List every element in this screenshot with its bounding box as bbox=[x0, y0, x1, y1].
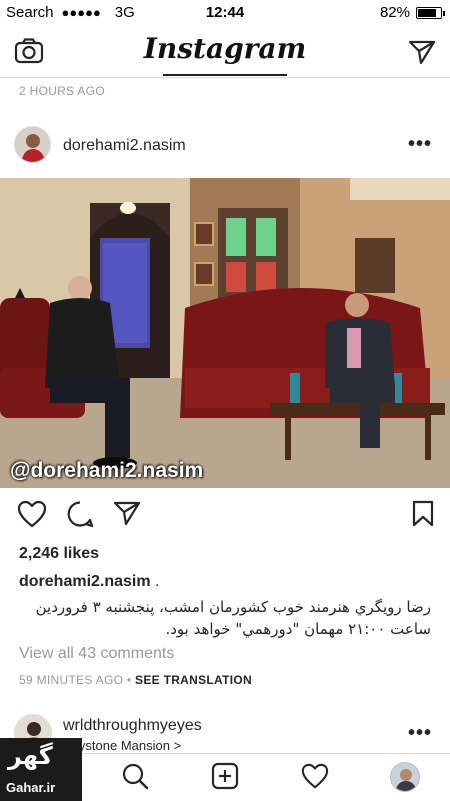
instagram-logo: Instagram bbox=[143, 32, 307, 65]
post-header: dorehami2.nasim ••• bbox=[0, 122, 450, 170]
next-post-username[interactable]: wrldthroughmyeyes bbox=[63, 717, 202, 735]
likes-count[interactable]: 2,246 likes bbox=[19, 545, 99, 563]
view-comments-link[interactable]: View all 43 comments bbox=[19, 645, 174, 663]
post-time: 59 MINUTES AGO bbox=[19, 673, 124, 687]
site-watermark: گهر Gahar.ir bbox=[0, 738, 82, 801]
paper-plane-icon[interactable] bbox=[408, 39, 436, 70]
add-post-icon[interactable] bbox=[211, 762, 239, 795]
caption-suffix: . bbox=[155, 573, 160, 590]
top-navigation: Instagram bbox=[0, 26, 450, 78]
heart-icon[interactable] bbox=[301, 762, 329, 795]
battery-icon bbox=[416, 6, 445, 19]
logo-underline bbox=[163, 74, 287, 76]
status-right: 82% bbox=[379, 4, 445, 21]
post-actions bbox=[0, 500, 450, 534]
time-separator: • bbox=[126, 673, 132, 687]
studio-scene-illustration bbox=[0, 178, 450, 488]
caption-username[interactable]: dorehami2.nasim . bbox=[19, 573, 160, 591]
profile-avatar[interactable] bbox=[390, 762, 420, 792]
previous-post-time: 2 HOURS AGO bbox=[19, 84, 105, 98]
search-icon[interactable] bbox=[121, 762, 149, 795]
post-image[interactable]: @dorehami2.nasim bbox=[0, 178, 450, 488]
image-watermark: @dorehami2.nasim bbox=[10, 459, 204, 482]
watermark-fa: گهر bbox=[8, 742, 53, 770]
more-options-icon[interactable]: ••• bbox=[408, 723, 432, 743]
battery-level bbox=[418, 8, 437, 17]
watermark-en: Gahar.ir bbox=[6, 780, 56, 795]
battery-percent: 82% bbox=[379, 4, 410, 21]
see-translation-link[interactable]: SEE TRANSLATION bbox=[135, 673, 252, 687]
more-options-icon[interactable]: ••• bbox=[408, 134, 432, 154]
heart-icon[interactable] bbox=[17, 500, 47, 533]
post-time-row: 59 MINUTES AGO • SEE TRANSLATION bbox=[19, 673, 252, 687]
status-bar: Search ●●●●● 3G 12:44 82% bbox=[0, 0, 450, 26]
post-username[interactable]: dorehami2.nasim bbox=[63, 137, 186, 155]
caption-text: رضا رويگري هنرمند خوب کشورمان امشب، پنجش… bbox=[35, 598, 431, 638]
caption-username-text[interactable]: dorehami2.nasim bbox=[19, 573, 151, 590]
bookmark-icon[interactable] bbox=[412, 500, 434, 533]
avatar[interactable] bbox=[14, 126, 51, 163]
share-icon[interactable] bbox=[113, 500, 141, 531]
comment-icon[interactable] bbox=[66, 500, 94, 533]
